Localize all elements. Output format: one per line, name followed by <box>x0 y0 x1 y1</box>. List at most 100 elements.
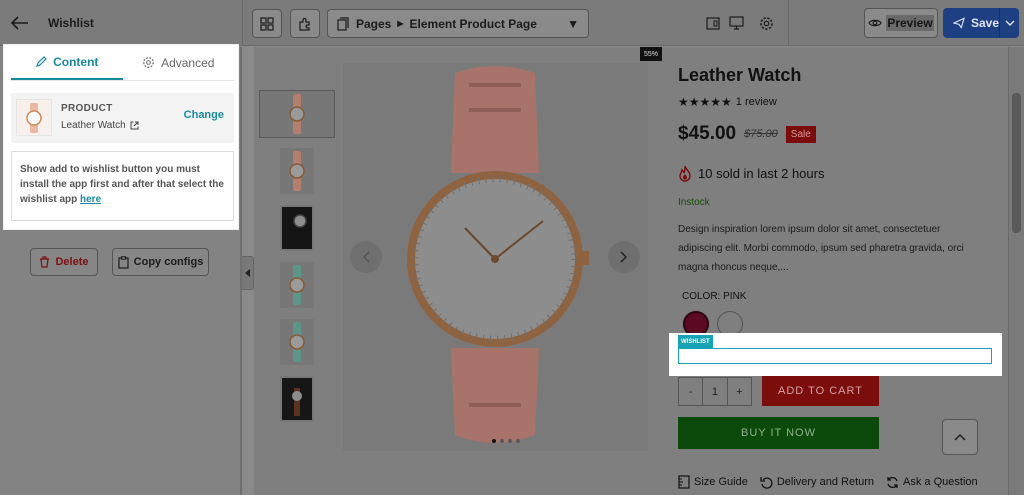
gear-icon <box>143 57 155 68</box>
watch-thumb-icon <box>282 378 312 420</box>
link-label: Size Guide <box>694 476 748 488</box>
gallery-thumb[interactable] <box>280 376 314 422</box>
scrollbar-thumb[interactable] <box>1012 93 1021 233</box>
ask-question-link[interactable]: Ask a Question <box>886 475 978 489</box>
tab-label: Content <box>53 54 99 69</box>
qty-value[interactable]: 1 <box>703 378 728 405</box>
buy-now-button[interactable]: BUY IT NOW <box>678 417 879 449</box>
preview-label: Preview <box>886 15 934 31</box>
delivery-return-link[interactable]: Delivery and Return <box>760 475 874 489</box>
stock-status: Instock <box>678 197 710 208</box>
star-rating-icon: ★★★★★ <box>678 95 732 109</box>
product-main-image <box>343 63 648 451</box>
gallery-thumb[interactable] <box>259 90 335 138</box>
tab-label: Advanced <box>161 55 215 70</box>
watch-image <box>407 66 589 443</box>
page-select[interactable]: Pages ▶ Element Product Page ▼ <box>327 9 589 38</box>
desktop-view-button[interactable] <box>727 14 745 32</box>
delete-button[interactable]: Delete <box>30 248 98 276</box>
sold-text: 10 sold in last 2 hours <box>698 166 825 181</box>
caret-down-icon: ▼ <box>567 16 579 31</box>
tablet-view-button[interactable] <box>704 14 722 32</box>
add-to-cart-button[interactable]: ADD TO CART <box>762 376 879 406</box>
gallery-thumb[interactable] <box>280 262 314 308</box>
product-picker: PRODUCT Leather Watch Change <box>11 93 234 143</box>
tab-advanced[interactable]: Advanced <box>123 45 235 80</box>
layout-button[interactable] <box>252 9 282 38</box>
settings-card: Content Advanced PRODUCT Leather Watch C… <box>4 45 238 229</box>
gear-icon <box>759 16 773 30</box>
divider <box>242 0 243 46</box>
fire-icon <box>679 165 691 182</box>
gallery-thumb[interactable] <box>280 148 314 194</box>
gallery-dot[interactable] <box>500 439 504 443</box>
breadcrumb-current: Element Product Page <box>409 16 537 31</box>
chevron-right-icon <box>620 251 628 263</box>
save-options-button[interactable] <box>999 8 1019 38</box>
gallery-thumb[interactable] <box>280 205 314 251</box>
grid-icon <box>260 16 274 31</box>
review-count[interactable]: 1 review <box>736 96 777 108</box>
product-name-text: Leather Watch <box>61 120 126 131</box>
gallery-dot[interactable] <box>516 439 520 443</box>
save-main[interactable]: Save <box>943 8 999 38</box>
back-button[interactable] <box>10 13 30 33</box>
color-label: COLOR: PINK <box>682 291 747 302</box>
product-links: Size Guide Delivery and Return Ask a Que… <box>678 475 978 489</box>
product-description: Design inspiration lorem ipsum dolor sit… <box>678 224 964 273</box>
watch-thumb-icon <box>289 151 305 191</box>
link-label: Ask a Question <box>903 476 978 488</box>
product-name[interactable]: Leather Watch <box>61 120 139 131</box>
collapse-sidebar-button[interactable] <box>242 256 254 290</box>
sold-counter: 10 sold in last 2 hours <box>678 165 824 182</box>
tab-content[interactable]: Content <box>11 45 123 80</box>
refresh-question-icon <box>887 476 898 488</box>
settings-button[interactable] <box>757 14 775 32</box>
gallery-prev-button[interactable] <box>350 241 382 273</box>
gallery-dot[interactable] <box>492 439 496 443</box>
canvas-scrollbar[interactable] <box>1008 47 1024 495</box>
puzzle-icon <box>299 17 310 31</box>
gallery-dots <box>492 439 520 443</box>
ruler-icon <box>678 475 690 489</box>
zoom-badge: 55% <box>640 47 662 61</box>
preview-button[interactable]: Preview <box>864 8 938 38</box>
gallery-thumb[interactable] <box>280 319 314 365</box>
product-kicker: PRODUCT <box>61 103 113 114</box>
panel-title: Wishlist <box>48 16 94 30</box>
watch-thumb-icon <box>289 94 305 134</box>
copy-configs-button[interactable]: Copy configs <box>112 248 209 276</box>
desktop-icon <box>728 16 744 30</box>
apps-button[interactable] <box>290 9 320 38</box>
watch-thumb-icon <box>289 322 305 362</box>
sale-badge: Sale <box>785 125 816 143</box>
size-guide-link[interactable]: Size Guide <box>678 475 748 489</box>
delete-label: Delete <box>55 256 89 268</box>
sidebar: Content Advanced PRODUCT Leather Watch C… <box>0 45 240 495</box>
caret-left-icon <box>244 269 250 277</box>
chevron-down-icon <box>1005 20 1014 26</box>
rating: ★★★★★ 1 review <box>678 95 777 109</box>
watch-icon <box>26 102 42 133</box>
external-link-icon <box>130 121 139 130</box>
chevron-up-icon <box>954 433 966 441</box>
editor-canvas: 55% Leather Watch ★★★★★ 1 review $45.00 … <box>254 47 1008 495</box>
qty-increase-button[interactable]: + <box>728 378 751 405</box>
trash-icon <box>40 256 50 268</box>
wishlist-element[interactable] <box>678 348 992 364</box>
send-icon <box>953 17 965 29</box>
quantity-stepper: - 1 + <box>678 377 752 406</box>
copy-label: Copy configs <box>133 256 204 268</box>
product-title: Leather Watch <box>678 65 802 85</box>
clipboard-icon <box>118 255 129 269</box>
info-link[interactable]: here <box>80 194 101 205</box>
gallery-next-button[interactable] <box>608 241 640 273</box>
divider <box>788 0 789 46</box>
save-button[interactable]: Save <box>943 8 1019 38</box>
product-thumbnail <box>16 99 52 136</box>
price-row: $45.00 $75.00 Sale <box>678 123 816 145</box>
gallery-dot[interactable] <box>508 439 512 443</box>
change-product-link[interactable]: Change <box>184 109 224 121</box>
qty-decrease-button[interactable]: - <box>679 378 704 405</box>
scroll-to-top-button[interactable] <box>942 419 978 455</box>
